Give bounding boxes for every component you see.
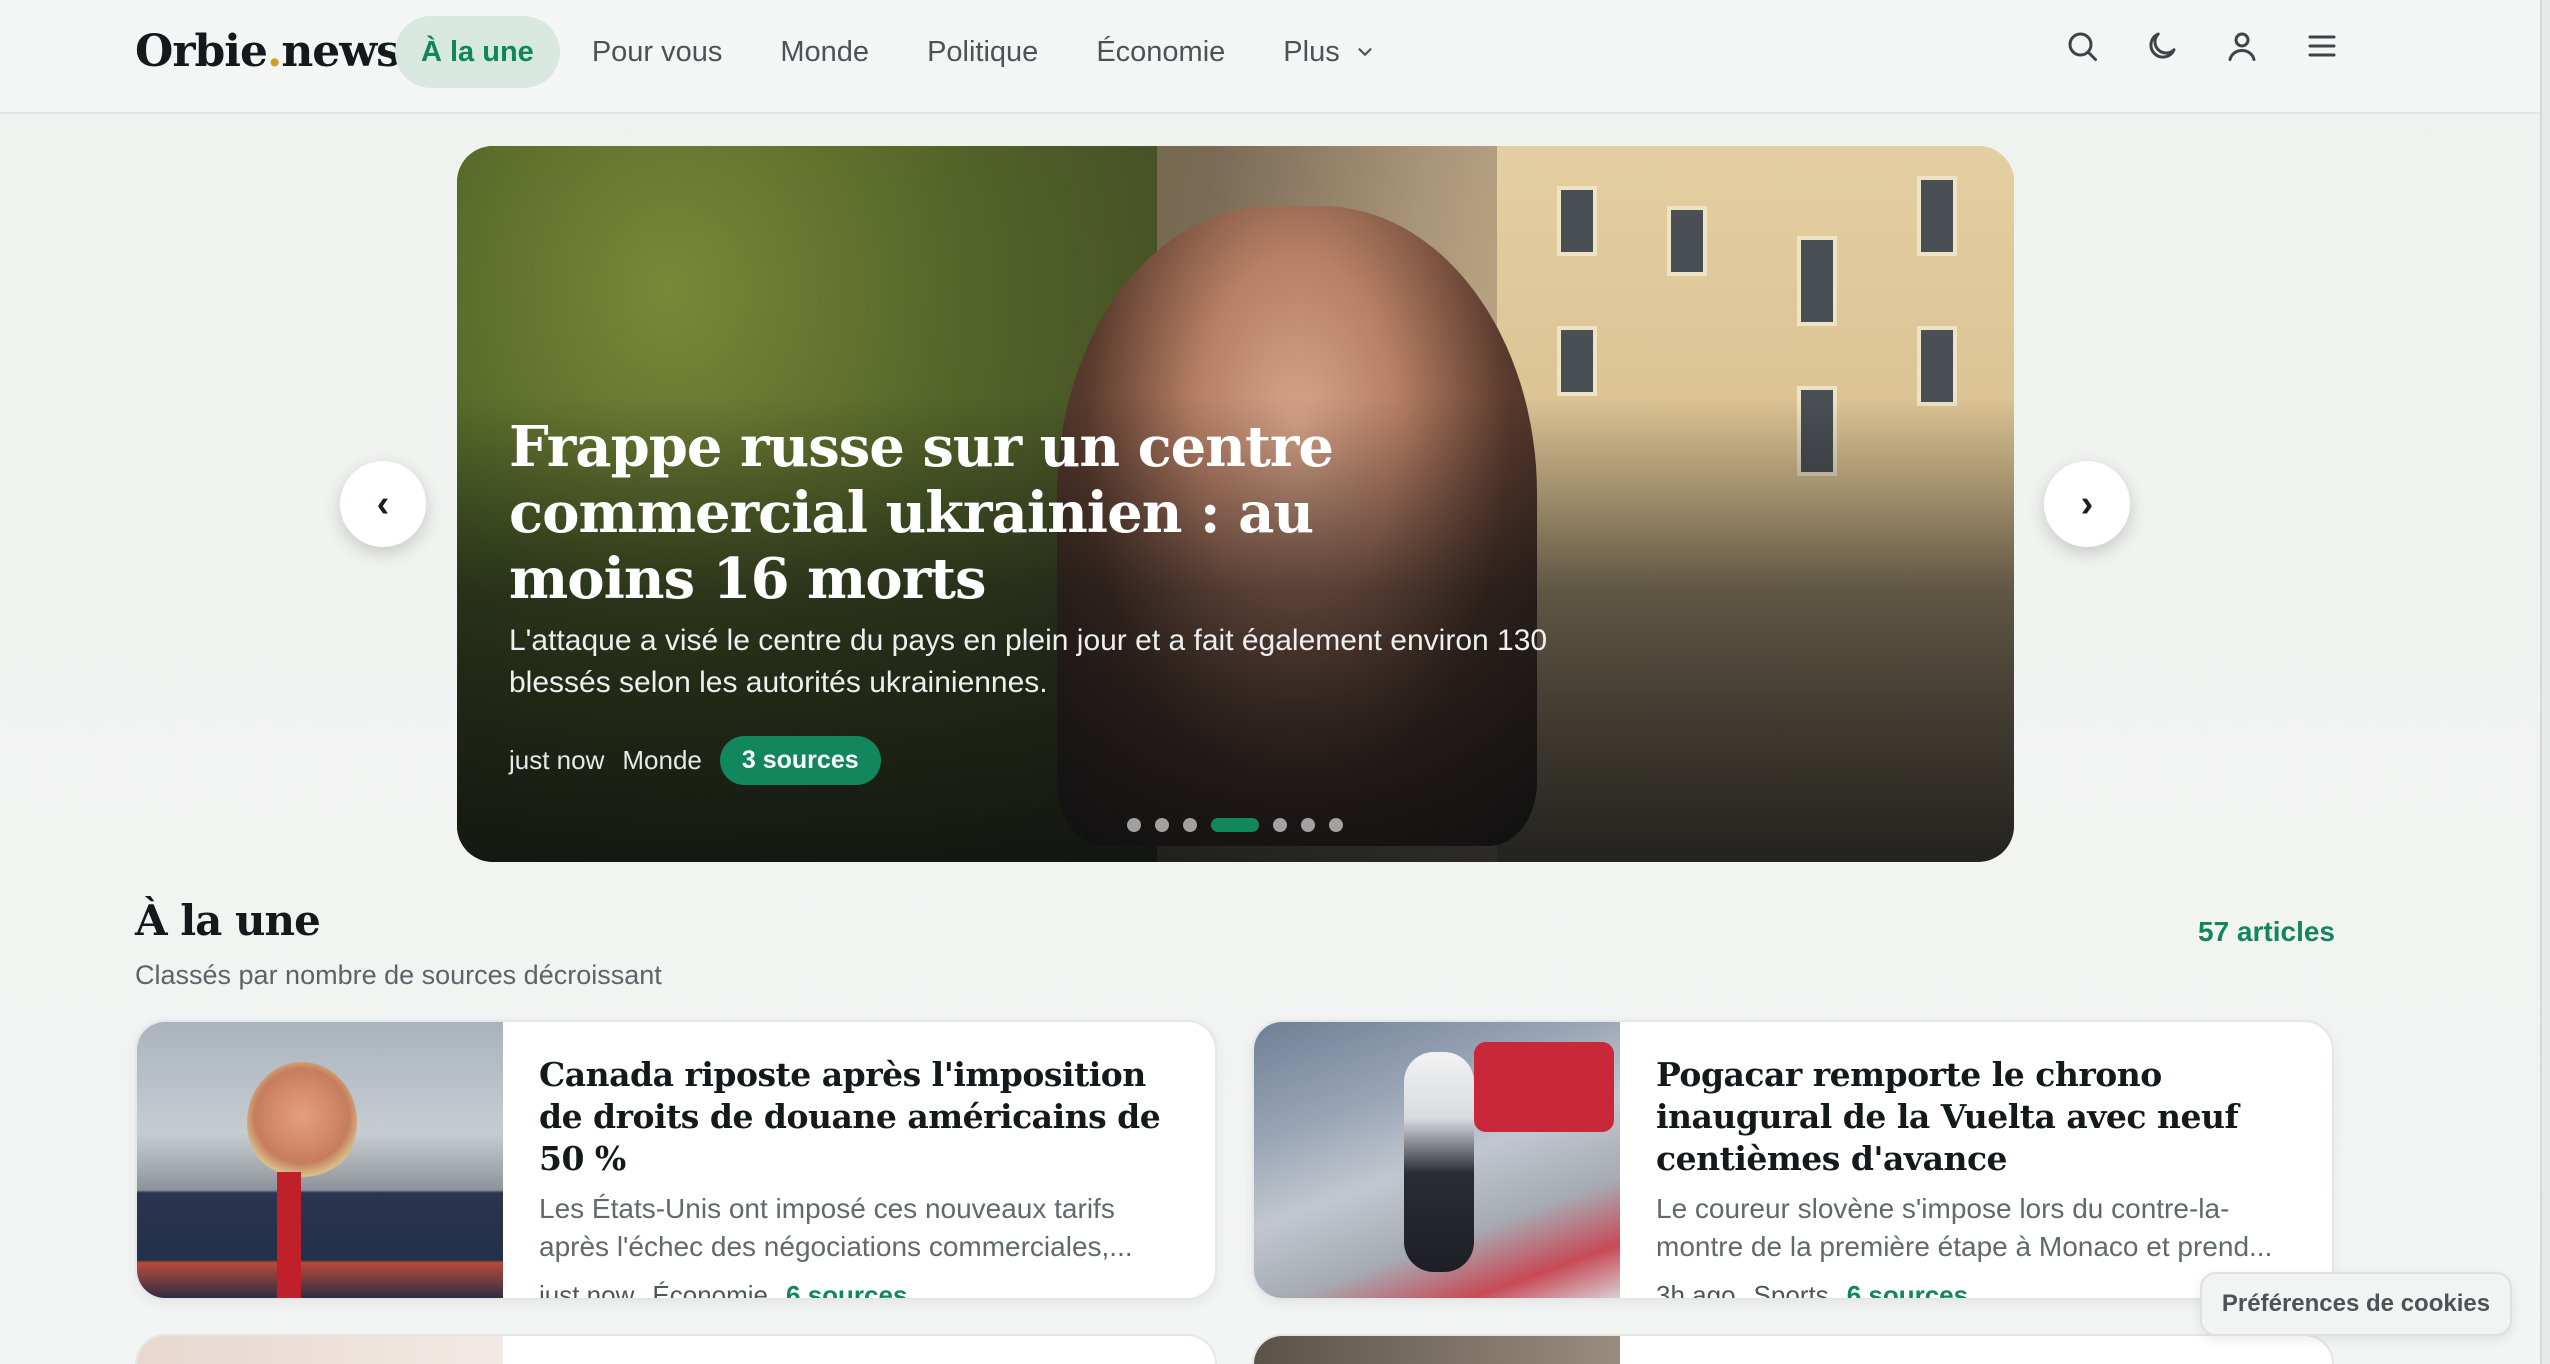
article-body: Pogacar remporte le chrono inaugural de … [1656,1054,2296,1300]
carousel-prev-button[interactable]: ‹ [340,461,426,547]
logo-text-orbie: Orbie [135,26,268,77]
article-body: Canada riposte après l'imposition de dro… [539,1054,1179,1300]
nav-item-monde[interactable]: Monde [754,16,895,88]
logo-dot: . [266,26,282,77]
carousel-dot[interactable] [1155,818,1169,832]
moon-icon[interactable] [2144,28,2180,64]
scrollbar-track[interactable] [2540,0,2550,1364]
article-meta: just now Économie 6 sources [539,1280,1179,1300]
top-header: Orbie.news À la une Pour vous Monde Poli… [0,0,2550,114]
hero-sources-badge[interactable]: 3 sources [719,736,881,785]
nav-label: À la une [421,35,534,68]
section-title: À la une [135,896,321,945]
carousel-dot[interactable] [1127,818,1141,832]
article-card-partial[interactable] [1252,1334,2334,1364]
chevron-left-icon: ‹ [376,482,390,525]
chevron-right-icon: › [2080,482,2094,525]
nav-label: Pour vous [591,35,723,68]
article-time: just now [539,1280,635,1300]
article-thumbnail [1254,1336,1620,1364]
article-card[interactable]: Pogacar remporte le chrono inaugural de … [1252,1020,2334,1300]
nav-label: Économie [1096,35,1226,68]
article-thumbnail [137,1022,503,1298]
article-category: Économie [652,1280,769,1300]
article-sources[interactable]: 6 sources [786,1280,907,1298]
header-actions [2064,28,2340,64]
article-title[interactable]: Canada riposte après l'imposition de dro… [539,1054,1179,1180]
carousel-dot-active[interactable] [1211,818,1259,832]
nav-label: Politique [927,35,1039,68]
hero-meta: just now Monde 3 sources [509,736,881,785]
user-icon[interactable] [2224,28,2260,64]
article-thumbnail [137,1336,503,1364]
nav-label: Plus [1283,35,1340,68]
article-card[interactable]: Canada riposte après l'imposition de dro… [135,1020,1217,1300]
hero-carousel-slide[interactable]: Frappe russe sur un centre commercial uk… [457,146,2014,862]
nav-label: Monde [780,35,870,68]
section-subtitle: Classés par nombre de sources décroissan… [135,960,662,990]
site-logo[interactable]: Orbie.news [135,26,401,77]
article-time: 3h ago [1656,1280,1736,1300]
hero-time: just now [509,745,605,775]
chevron-down-icon [1358,48,1372,56]
article-thumbnail-cyclist [1404,1052,1474,1272]
article-thumbnail-person [247,1062,357,1182]
cookie-preferences-button[interactable]: Préférences de cookies [2200,1272,2512,1336]
nav-item-politique[interactable]: Politique [901,16,1064,88]
article-description: Le coureur slovène s'impose lors du cont… [1656,1193,2273,1262]
search-icon[interactable] [2064,28,2100,64]
carousel-dot[interactable] [1301,818,1315,832]
hero-title[interactable]: Frappe russe sur un centre commercial uk… [509,414,1449,612]
menu-icon[interactable] [2304,28,2340,64]
article-description: Les États-Unis ont imposé ces nouveaux t… [539,1193,1133,1262]
article-category: Sports [1753,1280,1829,1300]
logo-text-news: news [281,26,401,77]
article-thumbnail-tie [277,1172,301,1298]
carousel-dot[interactable] [1273,818,1287,832]
carousel-next-button[interactable]: › [2044,461,2130,547]
hero-category: Monde [622,745,702,775]
main-nav: À la une Pour vous Monde Politique Écono… [395,16,1402,88]
carousel-dot[interactable] [1329,818,1343,832]
article-card-partial[interactable] [135,1334,1217,1364]
carousel-dots [1127,818,1343,832]
carousel-dot[interactable] [1183,818,1197,832]
article-thumbnail-car [1474,1042,1614,1132]
nav-item-pour-vous[interactable]: Pour vous [566,16,749,88]
hero-description: L'attaque a visé le centre du pays en pl… [509,624,1548,699]
nav-item-economie[interactable]: Économie [1070,16,1251,88]
nav-item-a-la-une[interactable]: À la une [395,16,560,88]
nav-item-plus[interactable]: Plus [1257,16,1401,88]
article-thumbnail [1254,1022,1620,1298]
article-count[interactable]: 57 articles [2198,916,2335,948]
article-sources[interactable]: 6 sources [1847,1280,1968,1298]
article-title[interactable]: Pogacar remporte le chrono inaugural de … [1656,1054,2296,1180]
